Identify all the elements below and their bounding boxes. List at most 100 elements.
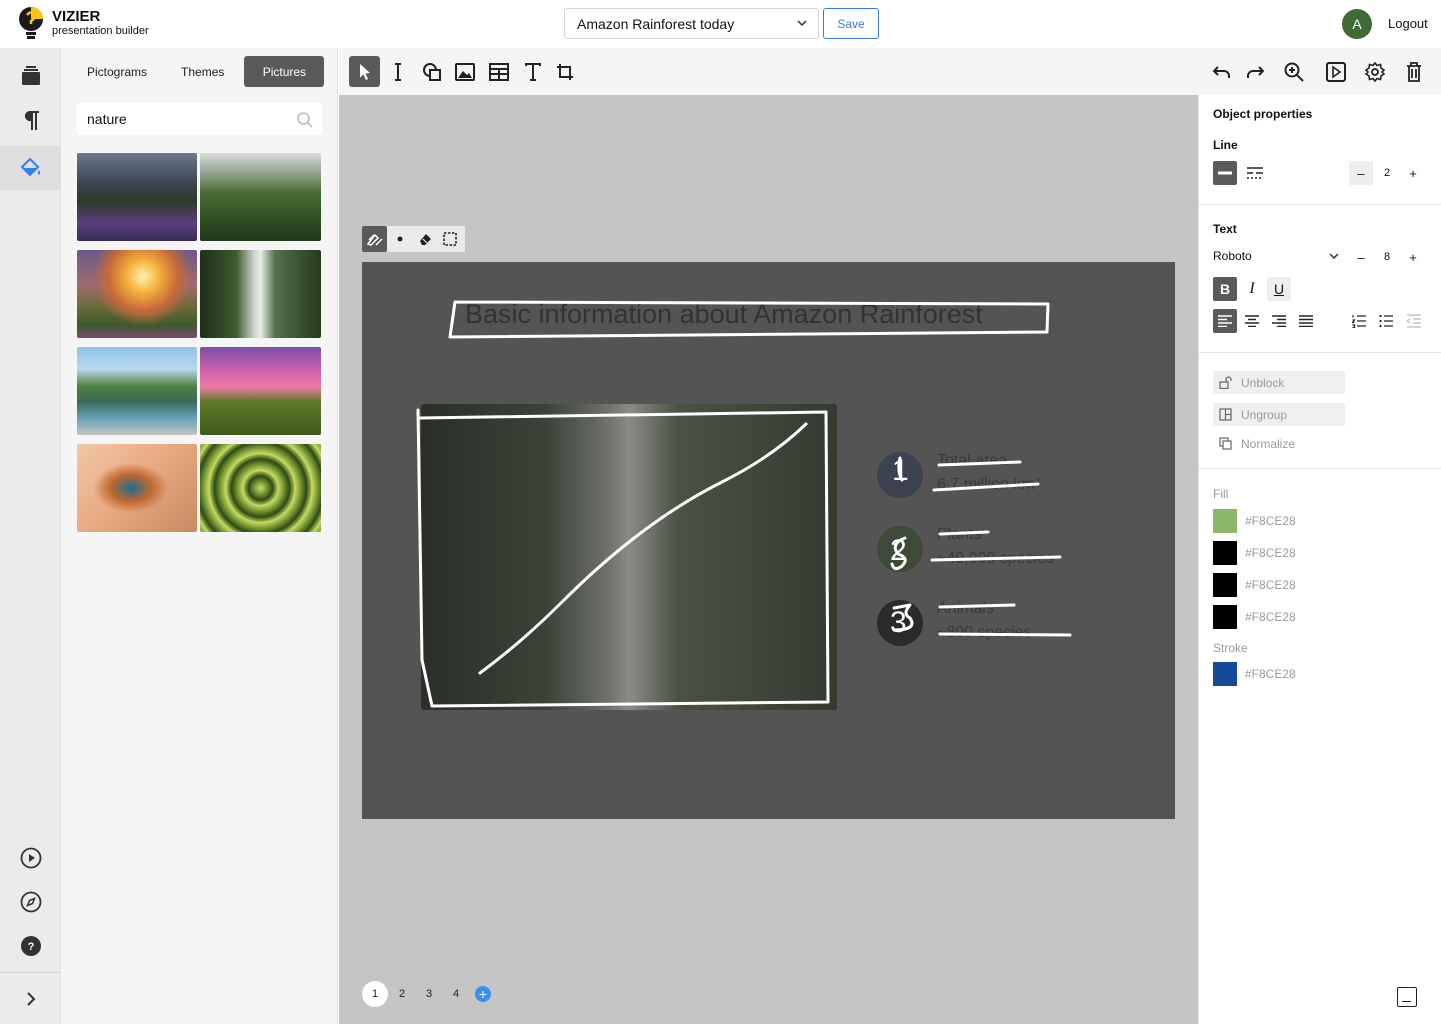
italic-button[interactable]: I [1240, 277, 1264, 301]
left-rail: ? [0, 48, 61, 1024]
draw-tool-pen[interactable] [362, 226, 387, 252]
document-select[interactable]: Amazon Rainforest today [564, 8, 819, 39]
text-icon [524, 62, 541, 81]
rail-paint[interactable] [0, 146, 61, 190]
indent-icon [1407, 314, 1421, 328]
rail-compass[interactable] [0, 880, 61, 924]
page-thumb-1[interactable]: 1 [362, 981, 388, 1007]
draw-tool-dot[interactable] [387, 226, 412, 252]
fill-color-row[interactable]: #F8CE28 [1213, 509, 1296, 533]
align-right-button[interactable] [1267, 309, 1291, 333]
picture-spiral-succulent[interactable] [200, 444, 321, 532]
font-size-stepper[interactable]: – 8 + [1349, 245, 1425, 269]
tab-themes[interactable]: Themes [171, 56, 234, 87]
increase-button[interactable]: + [1401, 161, 1425, 185]
tool-table[interactable] [483, 56, 514, 87]
fill-color-row[interactable]: #F8CE28 [1213, 573, 1296, 597]
fill-color-row[interactable]: #F8CE28 [1213, 605, 1296, 629]
align-left-button[interactable] [1213, 309, 1237, 333]
search-input[interactable]: nature [77, 103, 322, 135]
dashed-line-icon [1247, 167, 1263, 179]
page-thumb-2[interactable]: 2 [389, 981, 415, 1007]
stroke-color-row[interactable]: #F8CE28 [1213, 662, 1296, 686]
decrease-button[interactable]: – [1349, 161, 1373, 185]
picture-pink-sky-hill[interactable] [200, 347, 321, 435]
minimize-panel-button[interactable] [1397, 987, 1417, 1007]
tool-image[interactable] [449, 56, 480, 87]
picture-purple-flowers-mountains[interactable] [77, 153, 197, 241]
rail-help[interactable]: ? [0, 924, 61, 968]
logout-link[interactable]: Logout [1388, 16, 1428, 31]
avatar[interactable]: A [1342, 9, 1372, 39]
font-size-value[interactable]: 8 [1373, 251, 1401, 263]
numbered-list-button[interactable] [1347, 309, 1371, 333]
pen-icon [366, 233, 383, 246]
decrease-button[interactable]: – [1349, 245, 1373, 269]
rail-play[interactable] [0, 836, 61, 880]
line-width-value[interactable]: 2 [1373, 167, 1401, 179]
rail-text[interactable] [0, 98, 61, 142]
color-swatch[interactable] [1213, 573, 1237, 597]
draw-tool-select[interactable] [437, 226, 462, 252]
settings-icon [1364, 61, 1385, 82]
picture-waterfall-forest[interactable] [200, 250, 321, 338]
redo-button[interactable] [1239, 56, 1270, 87]
zoom-button[interactable] [1278, 56, 1309, 87]
underline-button[interactable]: U [1267, 277, 1291, 301]
picture-forest-canopy[interactable] [200, 153, 321, 241]
tool-select[interactable] [349, 56, 380, 87]
delete-button[interactable] [1398, 56, 1429, 87]
settings-button[interactable] [1359, 56, 1390, 87]
search-icon[interactable] [296, 111, 314, 129]
unlock-icon [1219, 376, 1232, 389]
line-dashed-button[interactable] [1243, 161, 1267, 185]
undo-button[interactable] [1206, 56, 1237, 87]
present-button[interactable] [1320, 56, 1351, 87]
tool-shapes[interactable] [416, 56, 447, 87]
rail-layers[interactable] [0, 54, 61, 98]
ungroup-button[interactable]: Ungroup [1213, 403, 1345, 426]
color-hex: #F8CE28 [1245, 578, 1296, 592]
line-solid-button[interactable] [1213, 161, 1237, 185]
increase-button[interactable]: + [1401, 245, 1425, 269]
page-thumb-4[interactable]: 4 [443, 981, 469, 1007]
color-swatch[interactable] [1213, 662, 1237, 686]
unblock-button[interactable]: Unblock [1213, 371, 1345, 394]
normalize-button[interactable]: Normalize [1213, 432, 1295, 455]
tab-pictograms[interactable]: Pictograms [77, 56, 157, 87]
font-select[interactable]: Roboto [1213, 249, 1339, 263]
font-value: Roboto [1213, 249, 1252, 263]
bullet-list-button[interactable] [1374, 309, 1398, 333]
app-subtitle: presentation builder [52, 25, 149, 37]
properties-title: Object properties [1213, 107, 1313, 121]
save-button[interactable]: Save [823, 8, 879, 39]
align-justify-button[interactable] [1294, 309, 1318, 333]
page-thumb-3[interactable]: 3 [416, 981, 442, 1007]
color-swatch[interactable] [1213, 509, 1237, 533]
bold-button[interactable]: B [1213, 277, 1237, 301]
tool-text[interactable] [517, 56, 548, 87]
tab-pictures[interactable]: Pictures [244, 56, 325, 87]
slide-title[interactable]: Basic information about Amazon Rainfores… [465, 299, 983, 330]
add-page-button[interactable]: + [475, 986, 491, 1002]
app-title: VIZIER [52, 8, 101, 25]
fill-color-row[interactable]: #F8CE28 [1213, 541, 1296, 565]
slide-canvas[interactable]: Basic information about Amazon Rainfores… [362, 262, 1175, 819]
indent-button[interactable] [1402, 309, 1426, 333]
tool-crop[interactable] [549, 56, 580, 87]
tool-text-cursor[interactable] [382, 56, 413, 87]
draw-tool-eraser[interactable] [412, 226, 437, 252]
rail-collapse[interactable] [0, 972, 61, 1024]
picture-lake-woman-pier[interactable] [77, 347, 197, 435]
align-center-button[interactable] [1240, 309, 1264, 333]
unblock-label: Unblock [1241, 375, 1285, 390]
document-title: Amazon Rainforest today [577, 15, 735, 32]
line-width-stepper[interactable]: – 2 + [1349, 161, 1425, 185]
compass-icon [20, 891, 41, 913]
slide-waterfall-image[interactable] [421, 404, 837, 710]
picture-kingfisher-bird[interactable] [77, 444, 197, 532]
color-swatch[interactable] [1213, 605, 1237, 629]
color-swatch[interactable] [1213, 541, 1237, 565]
picture-sunset-mountains[interactable] [77, 250, 197, 338]
paragraph-icon [24, 111, 39, 130]
